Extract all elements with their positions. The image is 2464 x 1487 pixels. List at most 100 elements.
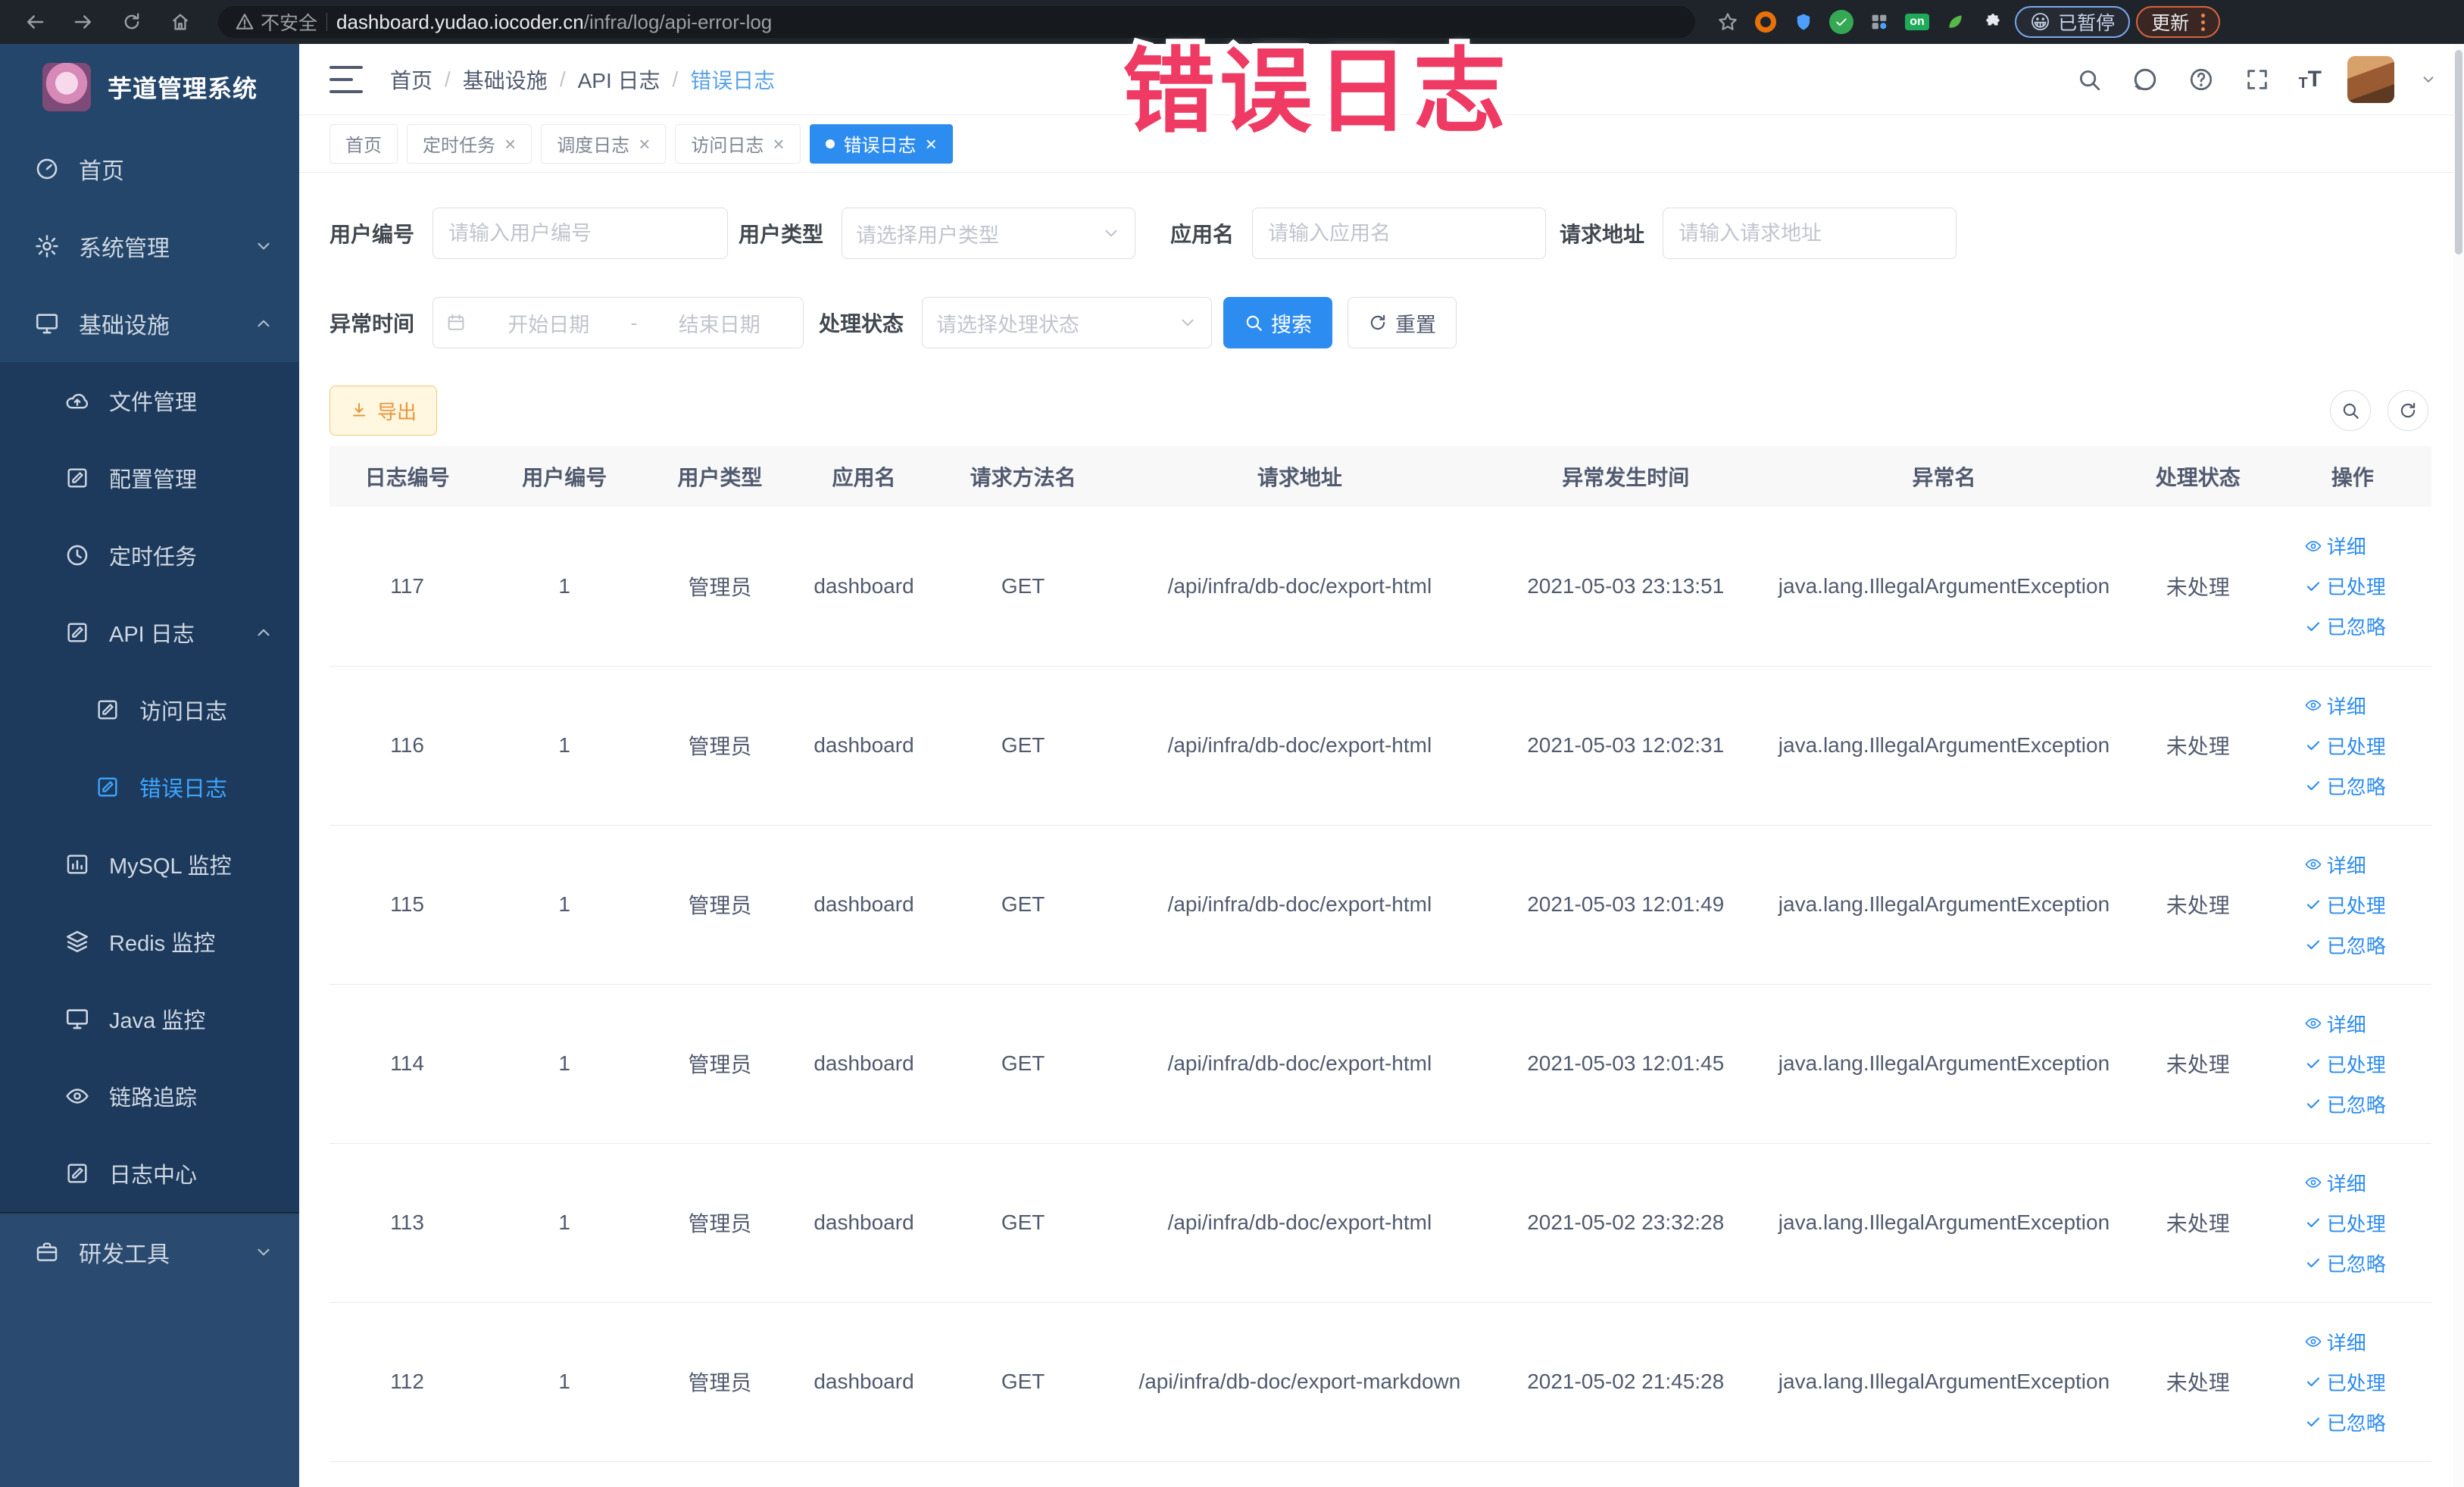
toggle-search-button[interactable] — [2330, 390, 2371, 431]
breadcrumb-item[interactable]: 首页 — [390, 64, 433, 95]
export-button[interactable]: 导出 — [329, 386, 438, 436]
extension-shield-icon[interactable] — [1788, 6, 1819, 38]
sidebar-item-file-management[interactable]: 文件管理 — [0, 362, 299, 439]
date-range-picker[interactable]: 开始日期 - 结束日期 — [433, 297, 804, 348]
action-label: 已处理 — [2326, 1053, 2386, 1076]
browser-forward-button[interactable] — [62, 5, 105, 39]
detail-link[interactable]: 详细 — [2304, 692, 2366, 720]
fullscreen-icon[interactable] — [2242, 64, 2272, 95]
sidebar-item-access-log[interactable]: 访问日志 — [0, 671, 299, 748]
app-name-input[interactable] — [1252, 208, 1547, 259]
chevron-down-icon[interactable] — [2420, 71, 2437, 88]
breadcrumb-item[interactable]: API 日志 — [578, 64, 661, 95]
github-icon[interactable] — [2130, 64, 2160, 95]
search-icon — [2341, 401, 2360, 420]
detail-link[interactable]: 详细 — [2304, 1169, 2366, 1197]
extension-leaf-icon[interactable] — [1939, 6, 1971, 38]
log-icon — [64, 1160, 91, 1187]
tab-home[interactable]: 首页 — [329, 123, 398, 164]
request-url-label: 请求地址 — [1560, 223, 1645, 246]
bookmark-star-icon[interactable] — [1712, 6, 1744, 38]
processed-link[interactable]: 已处理 — [2304, 891, 2386, 919]
sidebar-item-error-log[interactable]: 错误日志 — [0, 748, 299, 826]
sidebar-item-config-management[interactable]: 配置管理 — [0, 439, 299, 517]
search-button[interactable]: 搜索 — [1223, 297, 1333, 348]
reset-button[interactable]: 重置 — [1348, 297, 1457, 348]
sidebar-item-scheduled-tasks[interactable]: 定时任务 — [0, 517, 299, 594]
close-icon[interactable]: × — [504, 134, 516, 154]
app-logo[interactable]: 芋道管理系统 — [0, 44, 299, 130]
tab-error-log[interactable]: 错误日志 × — [809, 123, 953, 164]
browser-menu-icon[interactable] — [2201, 13, 2206, 31]
ignored-link[interactable]: 已忽略 — [2304, 931, 2386, 959]
sidebar-item-system-management[interactable]: 系统管理 — [0, 208, 299, 285]
request-url-input[interactable] — [1663, 208, 1957, 259]
scrollbar-thumb[interactable] — [2455, 50, 2462, 255]
sidebar-collapse-icon[interactable] — [329, 65, 363, 93]
extension-on-badge-icon[interactable]: on — [1901, 6, 1933, 38]
column-header: 应用名 — [795, 446, 932, 507]
ignored-link[interactable]: 已忽略 — [2304, 1090, 2386, 1118]
tab-scheduled-tasks[interactable]: 定时任务 × — [407, 123, 532, 164]
processed-link[interactable]: 已处理 — [2304, 1209, 2386, 1237]
refresh-table-button[interactable] — [2387, 390, 2428, 431]
ignored-link[interactable]: 已忽略 — [2304, 772, 2386, 800]
breadcrumb-item[interactable]: 基础设施 — [463, 64, 548, 95]
column-header: 用户编号 — [485, 446, 645, 507]
search-icon[interactable] — [2074, 64, 2104, 95]
processed-link[interactable]: 已处理 — [2304, 572, 2386, 600]
page-scrollbar[interactable] — [2453, 44, 2464, 1487]
browser-back-button[interactable] — [14, 5, 56, 39]
ignored-link[interactable]: 已忽略 — [2304, 1249, 2386, 1277]
cell-app-name: dashboard — [795, 1143, 932, 1303]
extension-orange-icon[interactable] — [1750, 6, 1782, 38]
sidebar-item-label: 基础设施 — [79, 314, 170, 339]
action-label: 已处理 — [2326, 576, 2386, 599]
cell-status: 未处理 — [2122, 984, 2274, 1144]
avatar[interactable] — [2347, 55, 2394, 103]
user-type-select[interactable]: 请选择用户类型 — [842, 208, 1136, 259]
action-label: 已处理 — [2326, 1212, 2386, 1236]
tab-access-log[interactable]: 访问日志 × — [675, 123, 801, 164]
extensions-puzzle-icon[interactable] — [1977, 6, 2009, 38]
ignored-link[interactable]: 已忽略 — [2304, 1408, 2386, 1436]
chevron-down-icon — [1101, 223, 1121, 243]
close-icon[interactable]: × — [926, 134, 937, 154]
search-button-label: 搜索 — [1271, 313, 1313, 336]
table-row: 117 1 管理员 dashboard GET/api/infra/db-doc/exp… — [329, 507, 2431, 667]
sidebar-item-mysql-monitor[interactable]: MySQL 监控 — [0, 826, 299, 903]
process-status-select[interactable]: 请选择处理状态 — [922, 297, 1213, 348]
annotation-overlay: 错误日志 — [1123, 17, 1510, 151]
tag-label: 首页 — [345, 136, 382, 156]
help-icon[interactable] — [2186, 64, 2216, 95]
tab-schedule-log[interactable]: 调度日志 × — [541, 123, 667, 164]
sidebar-item-api-log[interactable]: API 日志 — [0, 594, 299, 671]
detail-link[interactable]: 详细 — [2304, 532, 2366, 560]
processed-link[interactable]: 已处理 — [2304, 1368, 2386, 1396]
sidebar-item-infrastructure[interactable]: 基础设施 — [0, 285, 299, 362]
detail-link[interactable]: 详细 — [2304, 1328, 2366, 1356]
monitor-icon — [64, 1005, 91, 1032]
close-icon[interactable]: × — [773, 134, 784, 154]
close-icon[interactable]: × — [639, 134, 650, 154]
profile-paused-badge[interactable]: 😀 已暂停 — [2015, 6, 2131, 38]
sidebar-item-log-center[interactable]: 日志中心 — [0, 1135, 299, 1212]
browser-update-button[interactable]: 更新 — [2136, 6, 2221, 38]
user-id-input[interactable] — [433, 208, 729, 259]
sidebar-item-redis-monitor[interactable]: Redis 监控 — [0, 903, 299, 980]
detail-link[interactable]: 详细 — [2304, 851, 2366, 879]
sidebar-item-home[interactable]: 首页 — [0, 130, 299, 208]
sidebar-item-dev-tools[interactable]: 研发工具 — [0, 1214, 299, 1291]
extension-grid-icon[interactable] — [1863, 6, 1895, 38]
detail-link[interactable]: 详细 — [2304, 1010, 2366, 1038]
processed-link[interactable]: 已处理 — [2304, 1050, 2386, 1078]
browser-reload-button[interactable] — [111, 5, 153, 39]
breadcrumb-separator: / — [445, 67, 451, 91]
ignored-link[interactable]: 已忽略 — [2304, 612, 2386, 640]
sidebar-item-trace[interactable]: 链路追踪 — [0, 1057, 299, 1135]
browser-home-button[interactable] — [159, 5, 201, 39]
font-size-icon[interactable]: TT — [2298, 67, 2322, 92]
sidebar-item-java-monitor[interactable]: Java 监控 — [0, 980, 299, 1057]
processed-link[interactable]: 已处理 — [2304, 732, 2386, 760]
extension-green-check-icon[interactable] — [1825, 6, 1857, 38]
